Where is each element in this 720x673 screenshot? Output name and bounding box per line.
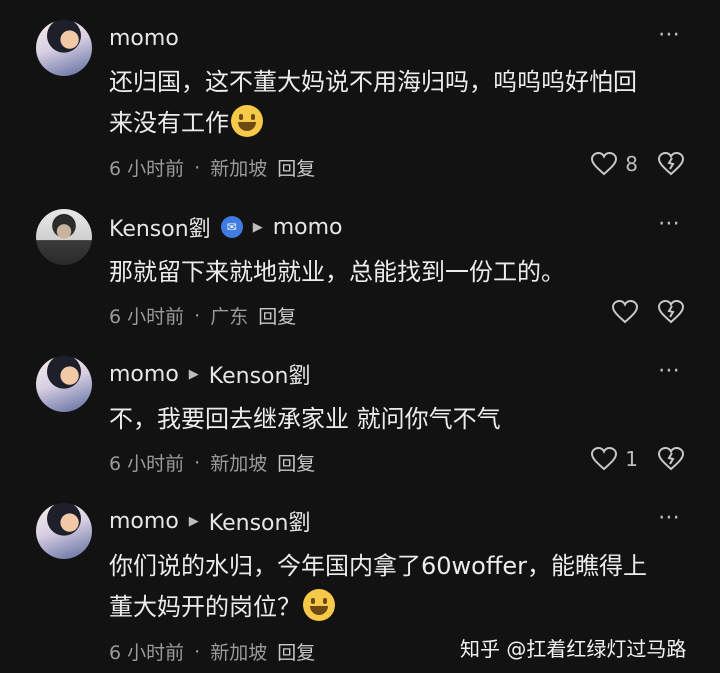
comment-line: 你们说的水归，今年国内拿了60woffer，能瞧得上: [109, 552, 648, 580]
comment-actions: [612, 300, 684, 324]
avatar[interactable]: [36, 209, 92, 265]
comment-meta: 6 小时前 · 广东 回复: [109, 302, 296, 329]
heart-icon[interactable]: [591, 447, 618, 471]
broken-heart-icon[interactable]: [658, 152, 684, 176]
author-name[interactable]: Kenson劉: [109, 211, 211, 243]
avatar[interactable]: [36, 503, 92, 559]
location: 新加坡: [210, 642, 268, 664]
comment-line: 来没有工作: [109, 109, 229, 137]
comment-meta: 6 小时前 · 新加坡 回复: [109, 154, 315, 181]
comment-line: 董大妈开的岗位？: [109, 593, 301, 621]
reply-button[interactable]: 回复: [277, 449, 315, 476]
more-options-icon[interactable]: ⋯: [658, 211, 682, 236]
reply-to-name[interactable]: Kenson劉: [209, 505, 311, 537]
timestamp: 6 小时前: [109, 158, 185, 180]
heart-icon[interactable]: [591, 152, 618, 176]
comment-text: 还归国，这不董大妈说不用海归吗，呜呜呜好怕回 来没有工作: [109, 62, 689, 144]
separator: ·: [194, 640, 201, 663]
comment-line: 那就留下来就地就业，总能找到一份工的。: [109, 258, 565, 286]
author-name[interactable]: momo: [109, 362, 179, 387]
watermark: 知乎 @扛着红绿灯过马路: [460, 637, 687, 661]
author-row: Kenson劉 ✉ ▶ momo: [109, 211, 342, 243]
comment-line: 不，我要回去继承家业 就问你气不气: [109, 405, 501, 433]
more-options-icon[interactable]: ⋯: [658, 358, 682, 383]
verified-badge-icon: ✉: [220, 216, 243, 238]
location: 新加坡: [210, 453, 268, 475]
author-row: momo ▶ Kenson劉: [109, 505, 310, 537]
timestamp: 6 小时前: [109, 306, 185, 328]
grinning-emoji-icon: [231, 105, 263, 137]
reply-button[interactable]: 回复: [277, 154, 315, 181]
timestamp: 6 小时前: [109, 453, 185, 475]
reply-to-name[interactable]: momo: [273, 215, 343, 240]
like-count: 1: [625, 447, 638, 471]
more-options-icon[interactable]: ⋯: [658, 505, 682, 530]
reply-arrow-icon: ▶: [252, 219, 263, 235]
more-options-icon[interactable]: ⋯: [658, 22, 682, 47]
broken-heart-icon[interactable]: [658, 447, 684, 471]
author-row: momo ▶ Kenson劉: [109, 358, 310, 390]
comment-line: 还归国，这不董大妈说不用海归吗，呜呜呜好怕回: [109, 68, 637, 96]
comment-meta: 6 小时前 · 新加坡 回复: [109, 638, 315, 665]
comment-text: 那就留下来就地就业，总能找到一份工的。: [109, 252, 689, 293]
separator: ·: [194, 156, 201, 179]
heart-icon[interactable]: [612, 300, 638, 324]
reply-to-name[interactable]: Kenson劉: [209, 358, 311, 390]
reply-arrow-icon: ▶: [188, 513, 199, 529]
comment-text: 你们说的水归，今年国内拿了60woffer，能瞧得上 董大妈开的岗位？: [109, 546, 689, 628]
reply-button[interactable]: 回复: [277, 638, 315, 665]
avatar[interactable]: [36, 356, 92, 412]
comment-text: 不，我要回去继承家业 就问你气不气: [109, 399, 689, 440]
avatar[interactable]: [36, 20, 92, 76]
timestamp: 6 小时前: [109, 642, 185, 664]
location: 新加坡: [210, 158, 268, 180]
author-name[interactable]: momo: [109, 26, 179, 51]
comment-actions: 1: [591, 447, 684, 471]
location: 广东: [210, 306, 249, 328]
author-name[interactable]: momo: [109, 509, 179, 534]
broken-heart-icon[interactable]: [658, 300, 684, 324]
author-row: momo: [109, 22, 179, 54]
separator: ·: [194, 451, 201, 474]
reply-arrow-icon: ▶: [188, 366, 199, 382]
comment-meta: 6 小时前 · 新加坡 回复: [109, 449, 315, 476]
comment-actions: 8: [591, 152, 684, 176]
separator: ·: [194, 304, 201, 327]
grinning-emoji-icon: [303, 589, 335, 621]
like-count: 8: [625, 152, 638, 176]
reply-button[interactable]: 回复: [258, 302, 296, 329]
